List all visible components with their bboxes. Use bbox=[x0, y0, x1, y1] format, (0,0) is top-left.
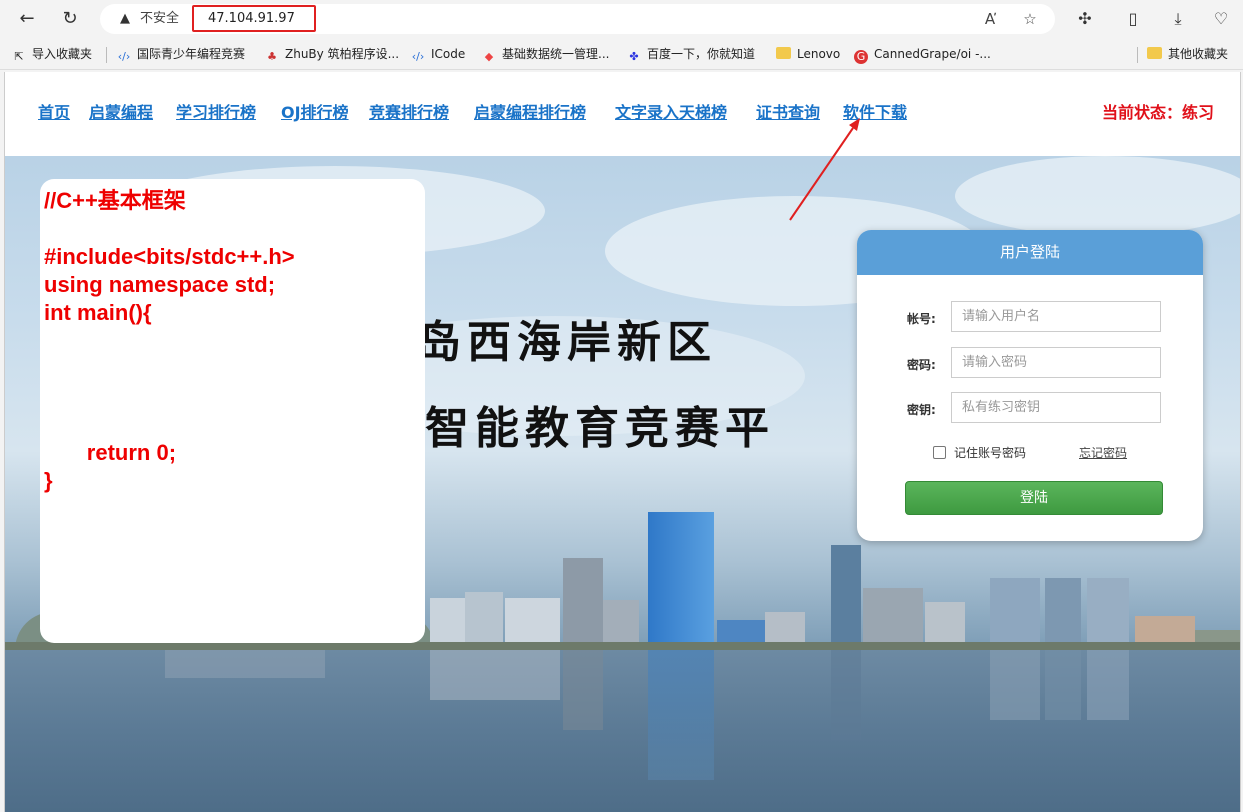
annotation-arrow bbox=[789, 118, 860, 221]
annotation-arrow-line bbox=[789, 127, 854, 221]
annotation-arrow-head bbox=[849, 118, 860, 131]
